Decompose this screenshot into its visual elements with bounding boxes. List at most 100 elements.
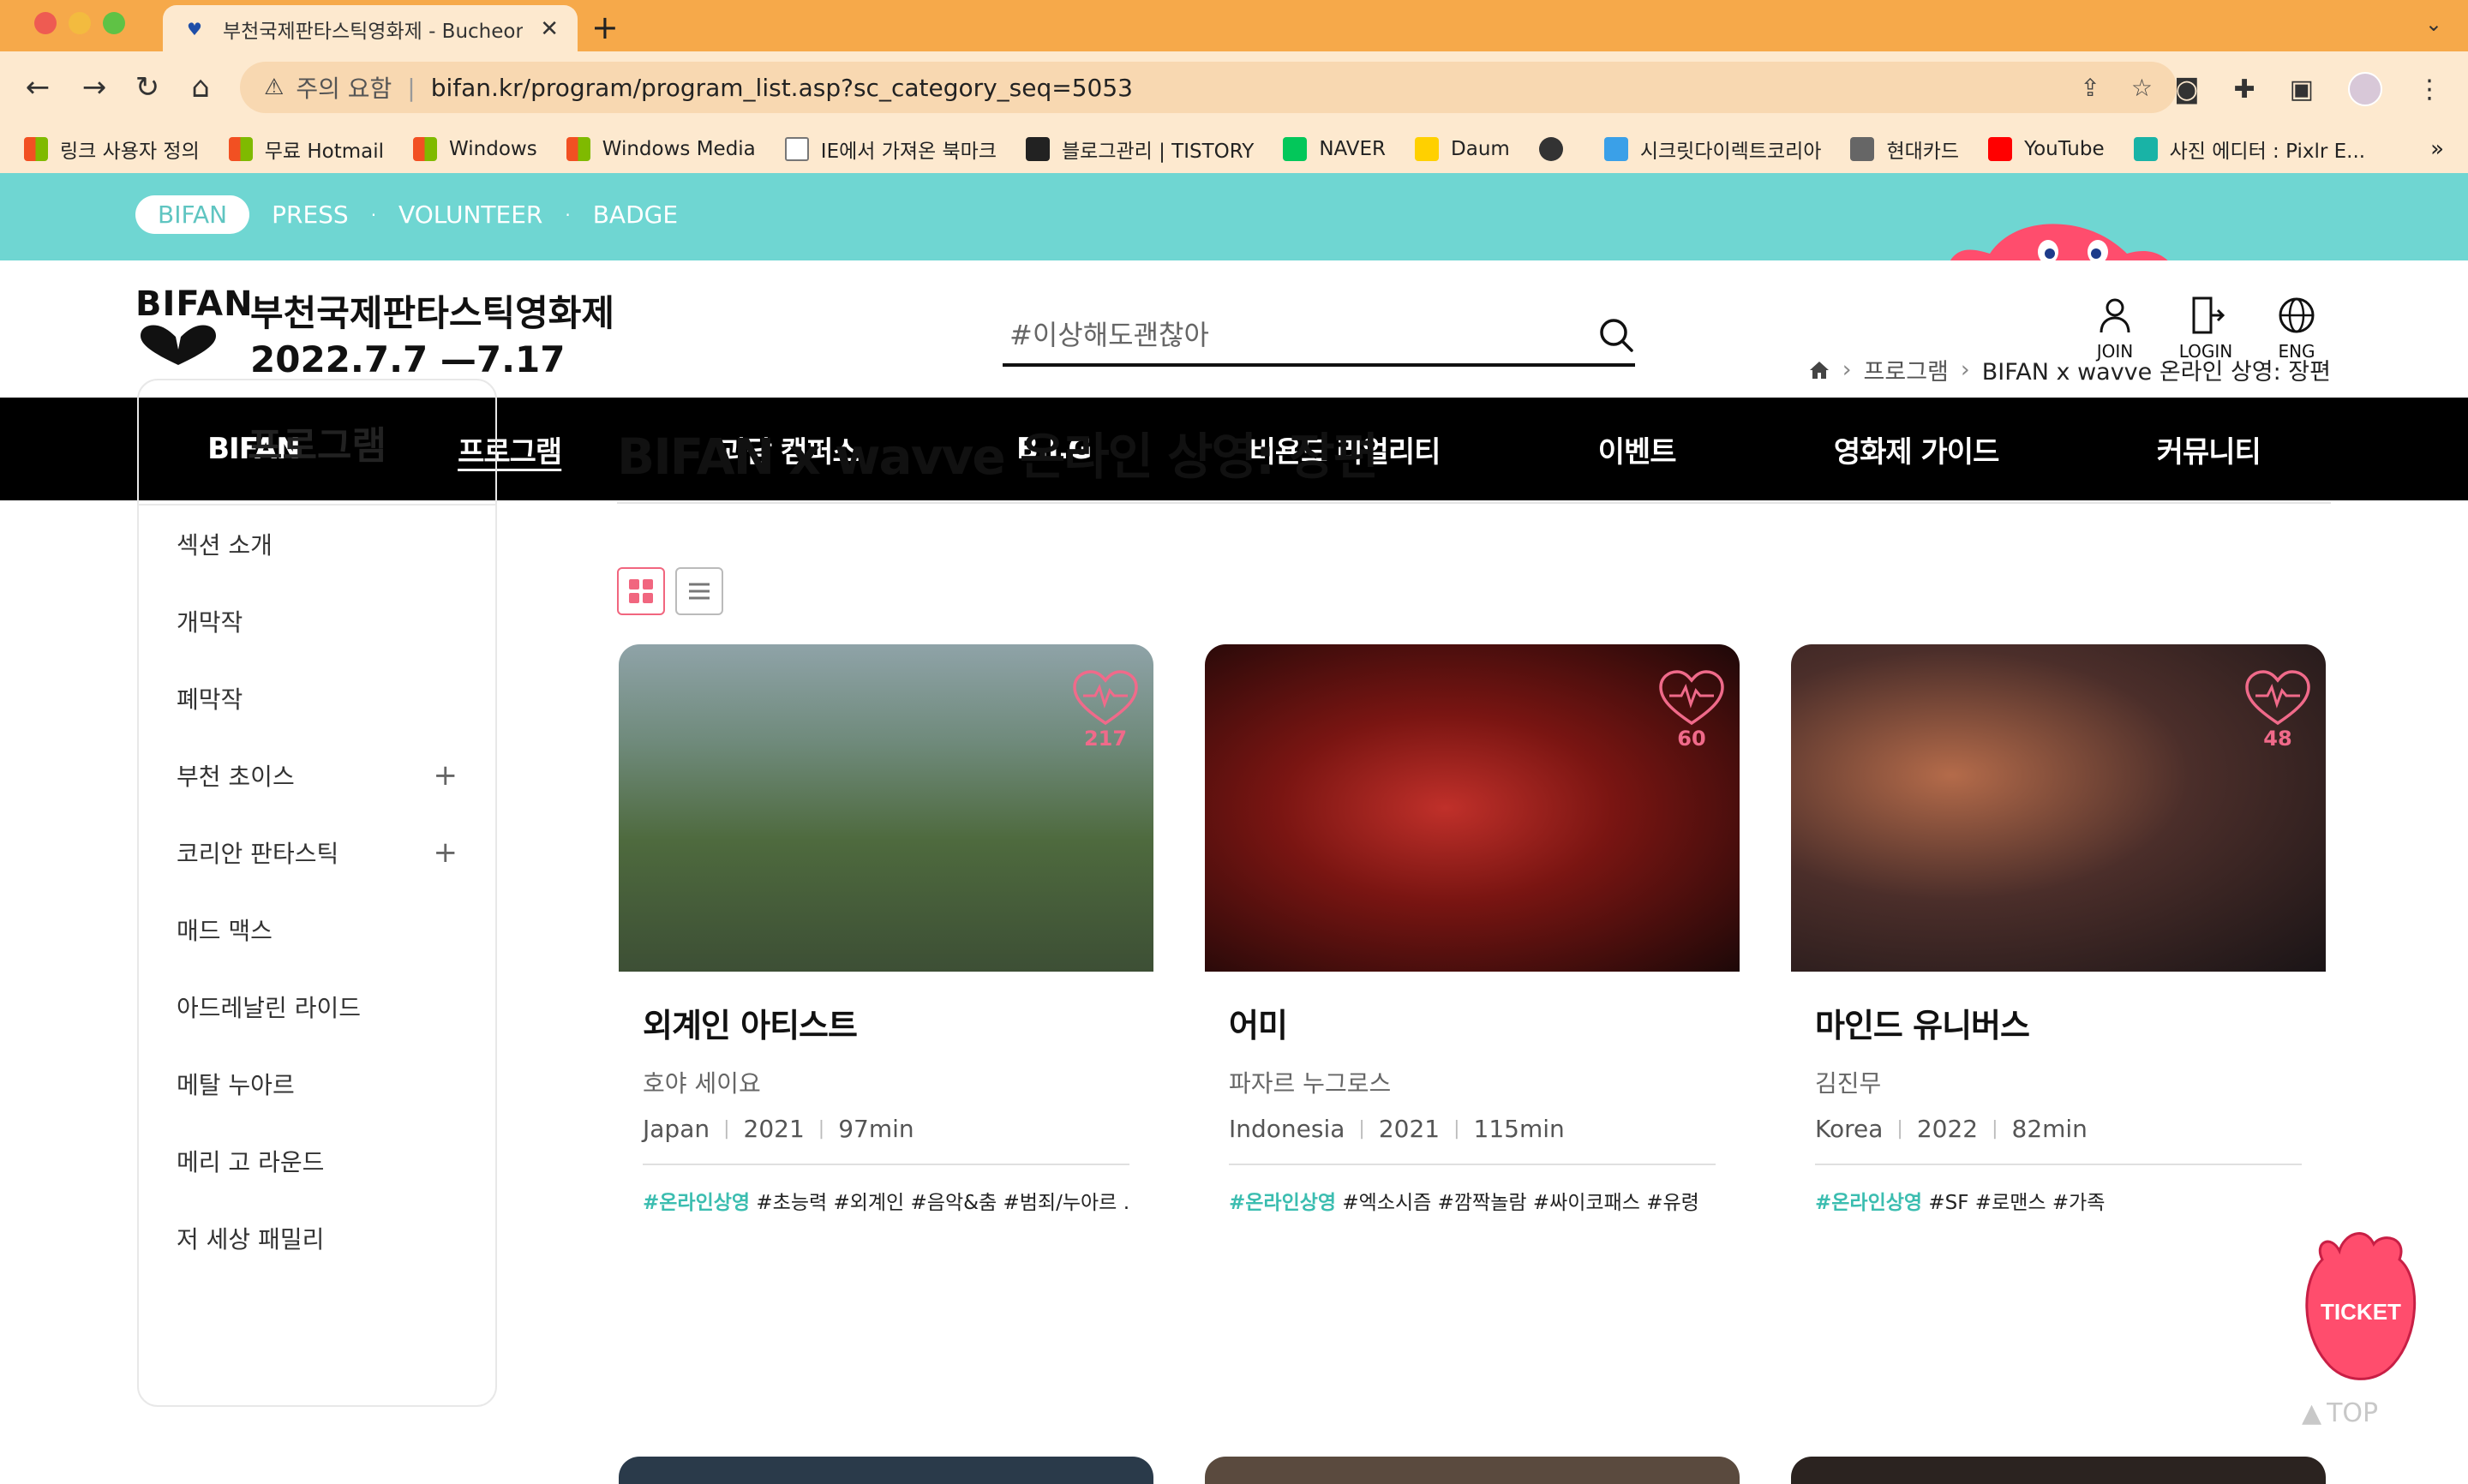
bookmark-item[interactable]: 무료 Hotmail (228, 135, 384, 164)
bookmark-item[interactable]: 사진 에디터 : Pixlr E... (2133, 135, 2365, 164)
search-icon[interactable] (1597, 316, 1635, 354)
meta-divider: | (1358, 1118, 1365, 1140)
bookmark-item[interactable]: 링크 사용자 정의 (24, 135, 200, 164)
gnb-item[interactable]: 이벤트 (1598, 428, 1677, 470)
meta-divider: | (818, 1118, 825, 1140)
join-button[interactable]: JOIN (2089, 295, 2141, 362)
bookmark-item[interactable]: 현대카드 (1850, 135, 1959, 164)
bookmarks-overflow-icon[interactable]: » (2430, 136, 2444, 162)
tab-search-chevron-icon[interactable]: ⌄ (2425, 12, 2442, 36)
list-view-button[interactable] (675, 567, 723, 615)
film-poster[interactable]: 217 (619, 644, 1153, 972)
bookmark-item[interactable]: 블로그관리 | TISTORY (1026, 135, 1254, 164)
camera-extension-icon[interactable]: ◙ (2174, 75, 2199, 105)
like-counter[interactable]: 60 (1657, 670, 1726, 751)
title-divider (617, 502, 2331, 504)
sidebar-item[interactable]: 저 세상 패밀리 (139, 1200, 495, 1277)
online-tag[interactable]: #온라인상영 (1229, 1192, 1336, 1214)
film-poster[interactable]: 48 (1791, 644, 2326, 972)
film-poster[interactable] (619, 1457, 1153, 1484)
online-tag[interactable]: #온라인상영 (643, 1192, 750, 1214)
topnav-item-badge[interactable]: BADGE (593, 200, 678, 229)
hashtags[interactable]: #SF #로맨스 #가족 (1922, 1192, 2105, 1214)
warning-icon[interactable]: ⚠ (264, 75, 284, 100)
bookmark-star-icon[interactable]: ☆ (2131, 74, 2153, 102)
security-label[interactable]: 주의 요함 (296, 70, 392, 105)
browser-menu-icon[interactable]: ⋮ (2417, 75, 2442, 105)
topnav-bifan-pill[interactable]: BIFAN (135, 195, 250, 234)
film-poster[interactable]: 60 (1205, 644, 1740, 972)
language-button[interactable]: ENG (2271, 295, 2322, 362)
hashtags[interactable]: #초능력 #외계인 #음악&춤 #범죄/누아르 … (750, 1192, 1129, 1214)
program-sidebar: 프로그램 섹션 소개 개막작 폐막작 부천 초이스 + 코리안 판타스틱 + 매드 맥스 아드레… (137, 379, 497, 1407)
gnb-item[interactable]: 커뮤니티 (2157, 428, 2261, 470)
side-panel-icon[interactable]: ▣ (2290, 75, 2314, 105)
share-icon[interactable]: ⇪ (2080, 74, 2100, 102)
bookmark-label: NAVER (1319, 138, 1387, 160)
sidebar-item[interactable]: 메탈 누아르 (139, 1045, 495, 1122)
topnav-item-volunteer[interactable]: VOLUNTEER (398, 200, 542, 229)
new-tab-icon[interactable]: + (591, 9, 619, 46)
film-card[interactable]: 60 어미 파자르 누그로스 Indonesia | 2021 | 115min… (1205, 644, 1740, 1215)
search-input[interactable] (1003, 319, 1597, 351)
close-window-button[interactable] (34, 12, 57, 34)
bookmark-item[interactable] (1538, 137, 1575, 161)
sidebar-item[interactable]: 매드 맥스 (139, 891, 495, 968)
film-title[interactable]: 마인드 유니버스 (1815, 999, 2302, 1046)
film-poster[interactable] (1205, 1457, 1740, 1484)
minimize-window-button[interactable] (69, 12, 91, 34)
home-icon[interactable]: ⌂ (183, 70, 218, 105)
profile-avatar[interactable] (2348, 72, 2382, 106)
film-director: 파자르 누그로스 (1229, 1069, 1392, 1098)
sidebar-item[interactable]: 메리 고 라운드 (139, 1122, 495, 1200)
browser-tab[interactable]: ♥ 부천국제판타스틱영화제 - Bucheon ✕ (163, 5, 578, 53)
bookmark-item[interactable]: IE에서 가져온 북마크 (784, 135, 997, 164)
url-text[interactable]: bifan.kr/program/program_list.asp?sc_cat… (431, 74, 1133, 102)
bookmark-label: 링크 사용자 정의 (60, 141, 200, 163)
expand-plus-icon[interactable]: + (434, 758, 458, 793)
sidebar-item[interactable]: 코리안 판타스틱 + (139, 814, 495, 891)
bookmarks-bar: 링크 사용자 정의 무료 Hotmail Windows Windows Media I… (0, 125, 2468, 173)
gnb-item[interactable]: 영화제 가이드 (1834, 428, 2000, 470)
forward-icon[interactable]: → (77, 70, 111, 105)
address-bar[interactable]: ⚠ 주의 요함 | bifan.kr/program/program_list.… (240, 62, 2177, 113)
maximize-window-button[interactable] (103, 12, 125, 34)
sidebar-item[interactable]: 폐막작 (139, 660, 495, 737)
sidebar-item[interactable]: 아드레날린 라이드 (139, 968, 495, 1045)
film-year: 2022 (1916, 1115, 1979, 1143)
back-icon[interactable]: ← (21, 70, 55, 105)
ticket-floating-button[interactable]: TICKET (2297, 1225, 2425, 1388)
breadcrumb-section[interactable]: 프로그램 (1864, 353, 1949, 386)
heartbeat-icon (1073, 670, 1138, 726)
film-card[interactable]: 48 마인드 유니버스 김진무 Korea | 2022 | 82min #온라… (1791, 644, 2326, 1215)
heartbeat-icon (1659, 670, 1724, 726)
grid-view-button[interactable] (617, 567, 665, 615)
home-icon[interactable] (1808, 360, 1830, 380)
bookmark-item[interactable]: 시크릿다이렉트코리아 (1603, 135, 1821, 164)
login-button[interactable]: LOGIN (2179, 295, 2232, 362)
film-poster[interactable] (1791, 1457, 2326, 1484)
like-counter[interactable]: 217 (1071, 670, 1140, 751)
film-title[interactable]: 어미 (1229, 999, 1716, 1046)
bookmark-item[interactable]: NAVER (1283, 137, 1386, 161)
like-counter[interactable]: 48 (2243, 670, 2312, 751)
hashtags[interactable]: #엑소시즘 #깜짝놀람 #싸이코패스 #유령 (1336, 1192, 1698, 1214)
sidebar-item[interactable]: 섹션 소개 (139, 506, 495, 583)
scroll-top-button[interactable]: ▲ TOP (2302, 1398, 2378, 1428)
site-logo[interactable]: BIFAN 부천국제판타스틱영화제 2022.7.7 —7.17 (135, 284, 614, 380)
topnav-item-press[interactable]: PRESS (272, 200, 349, 229)
puzzle-extension-icon[interactable]: ✚ (2234, 75, 2255, 105)
sidebar-item[interactable]: 부천 초이스 + (139, 737, 495, 814)
expand-plus-icon[interactable]: + (434, 835, 458, 870)
film-tags: #온라인상영 #초능력 #외계인 #음악&춤 #범죄/누아르 … (643, 1186, 1129, 1215)
tab-close-icon[interactable]: ✕ (540, 16, 559, 42)
reload-icon[interactable]: ↻ (130, 70, 165, 105)
online-tag[interactable]: #온라인상영 (1815, 1192, 1922, 1214)
sidebar-item[interactable]: 개막작 (139, 583, 495, 660)
bookmark-item[interactable]: Daum (1415, 137, 1510, 161)
bookmark-item[interactable]: Windows (413, 137, 537, 161)
film-title[interactable]: 외계인 아티스트 (643, 999, 1129, 1046)
bookmark-item[interactable]: YouTube (1988, 137, 2105, 161)
bookmark-item[interactable]: Windows Media (566, 137, 756, 161)
film-card[interactable]: 217 외계인 아티스트 호야 세이요 Japan | 2021 | 97min… (619, 644, 1153, 1215)
